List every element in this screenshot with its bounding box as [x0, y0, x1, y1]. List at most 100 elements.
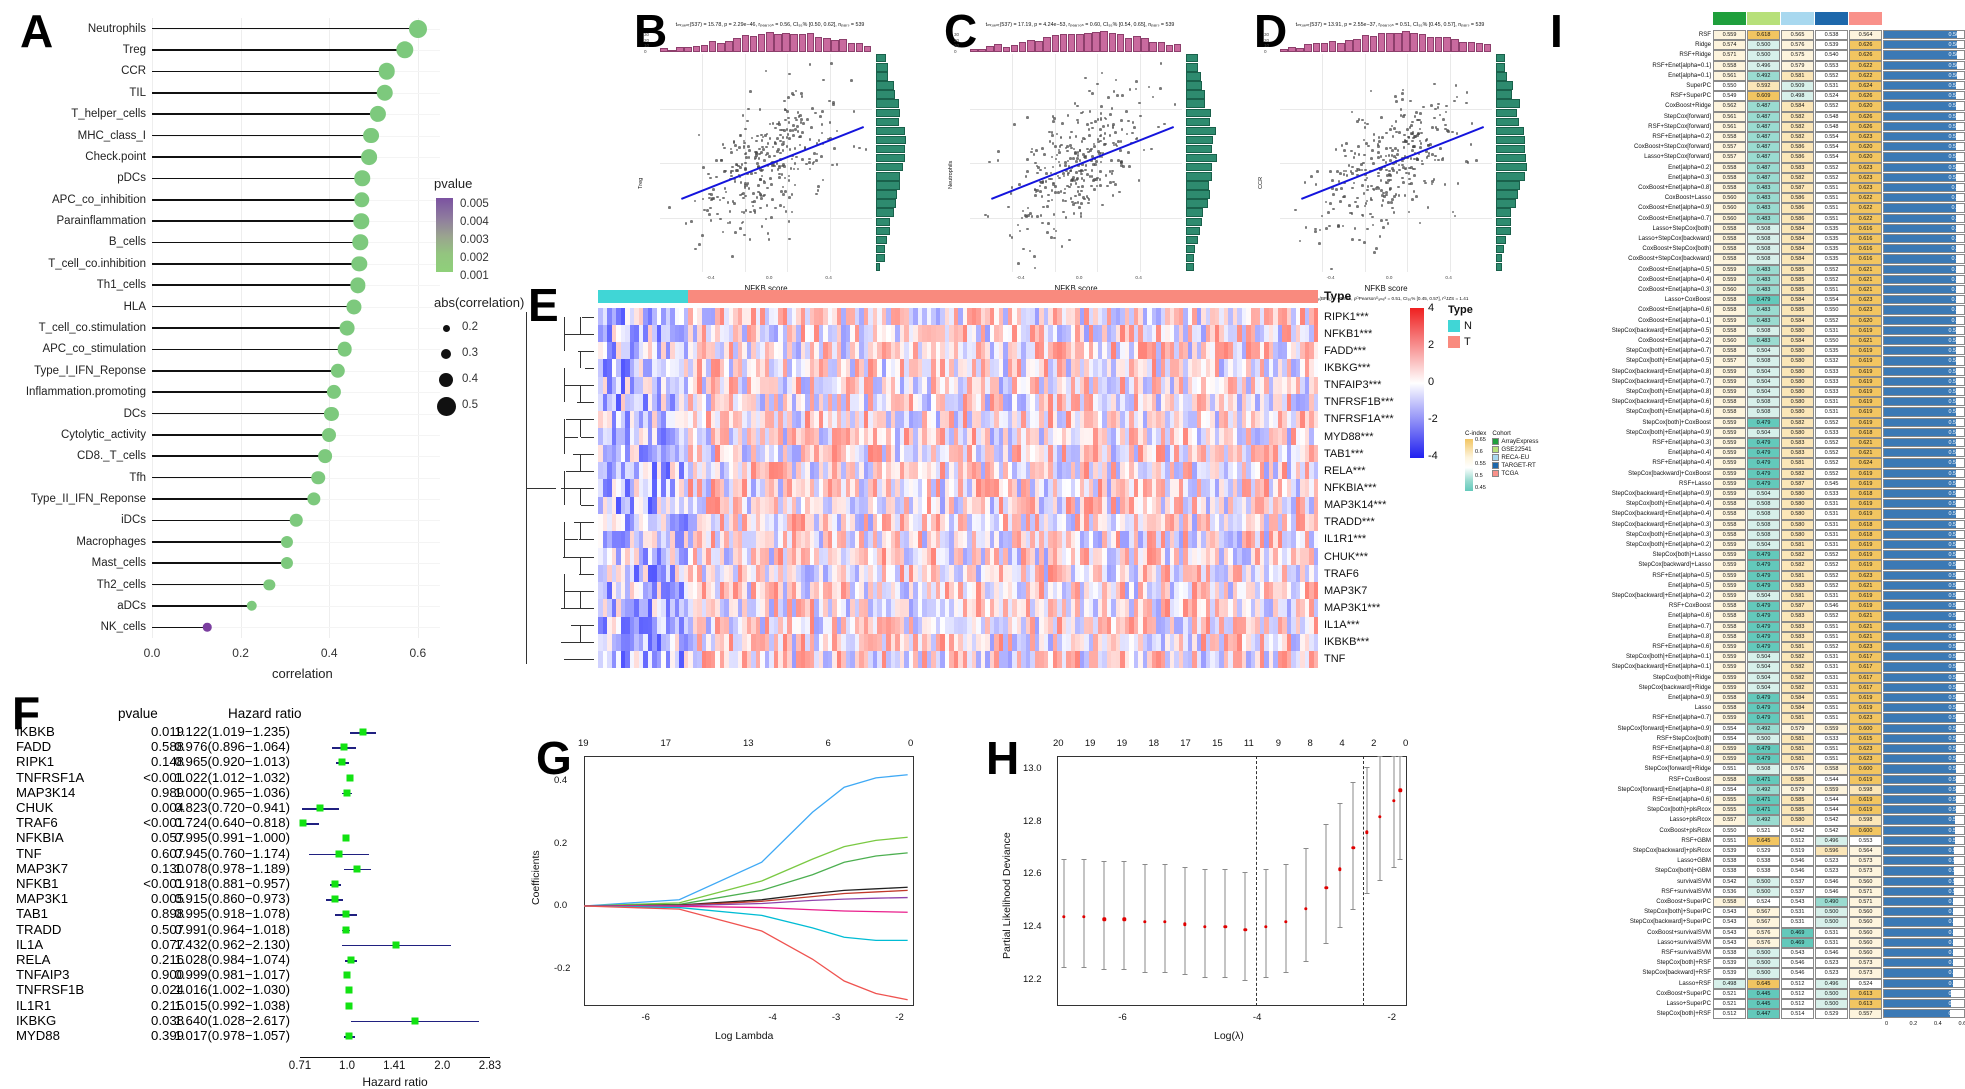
- panelB-x-tick: -0.4: [706, 275, 715, 280]
- panelB-data-point: [864, 148, 868, 151]
- panelD-data-point: [1377, 151, 1380, 154]
- panelD-data-point: [1369, 198, 1373, 202]
- panelB-data-point: [782, 205, 786, 209]
- panelB-top-histogram: [660, 32, 872, 52]
- panel-e-gene-label: FADD***: [1324, 344, 1367, 357]
- panelD-data-point: [1399, 114, 1403, 117]
- panelB-data-point: [745, 156, 748, 159]
- panelD-data-point: [1418, 221, 1422, 225]
- panelB-data-point: [760, 174, 764, 178]
- panel-e-colorbar-tick: -2: [1428, 413, 1438, 425]
- panelB-data-point: [778, 123, 781, 126]
- panelC-data-point: [1097, 140, 1100, 144]
- panelC-x-tick: 0.4: [1135, 275, 1142, 280]
- panelD-data-point: [1377, 136, 1381, 139]
- panelD-hist-bar: [1451, 39, 1459, 52]
- panelD-hist-bar: [1402, 30, 1410, 52]
- panelD-data-point: [1436, 102, 1440, 106]
- panelC-data-point: [1053, 117, 1056, 120]
- panelB-data-point: [835, 129, 839, 133]
- panelD-data-point: [1391, 198, 1394, 201]
- panelB-hist-bar: [782, 32, 790, 52]
- panel-f-gene-name: IKBKG: [16, 1012, 57, 1028]
- panel-a-category-label: pDCs: [117, 172, 146, 185]
- panelC-data-point: [1055, 153, 1059, 157]
- panelD-data-point: [1349, 149, 1353, 153]
- panelB-data-point: [787, 72, 791, 76]
- panel-f-hazard-ratio: 0.915(0.860−0.973): [174, 891, 291, 907]
- panelB-data-point: [736, 164, 740, 168]
- panelC-data-point: [1062, 174, 1066, 178]
- panelC-hist-bar: [986, 45, 994, 52]
- panelB-data-point: [821, 110, 824, 113]
- panelB-data-point: [770, 168, 774, 172]
- panel-e-dendrogram-segment: [579, 539, 594, 541]
- panelD-data-point: [1401, 92, 1404, 95]
- panel-a-category-label: Mast_cells: [91, 557, 146, 570]
- panel-e-heatmap-cell: [1313, 308, 1319, 326]
- panelB-data-point: [743, 233, 746, 237]
- panelB-data-point: [729, 171, 733, 175]
- panelD-data-point: [1366, 227, 1370, 231]
- panelB-hist-bar: [774, 33, 782, 52]
- panelC-data-point: [1078, 193, 1081, 196]
- panelC-data-point: [1072, 203, 1075, 206]
- panel-e-gene-label: TAB1***: [1324, 447, 1364, 460]
- panelC-data-point: [1095, 178, 1098, 181]
- panel-e-heatmap-cell: [1313, 496, 1319, 515]
- panel-e-heatmap-cell: [1313, 479, 1319, 497]
- panelD-data-point: [1408, 166, 1411, 170]
- panelB-hist-bar-v: [876, 135, 907, 145]
- panelC-data-point: [1050, 155, 1054, 159]
- panelC-data-point: [1125, 132, 1129, 136]
- panelC-data-point: [1097, 150, 1100, 153]
- panel-f-hazard-ratio: 1.432(0.962−2.130): [174, 936, 291, 952]
- panelB-data-point: [765, 204, 769, 207]
- panelC-data-point: [1041, 180, 1045, 183]
- panelB-data-point: [752, 209, 756, 212]
- panel-e-gene-label: MAP3K14***: [1324, 499, 1387, 512]
- panelC-data-point: [1028, 249, 1032, 253]
- panelD-data-point: [1353, 152, 1357, 155]
- panelD-hist-bar-v: [1496, 190, 1519, 199]
- panel-a-category-label: DCs: [123, 407, 146, 420]
- panelD-data-point: [1413, 167, 1417, 171]
- panelD-data-point: [1419, 112, 1422, 116]
- panelB-data-point: [828, 99, 831, 103]
- panelB-data-point: [793, 183, 797, 187]
- panelB-data-point: [831, 163, 834, 167]
- panelC-hist-bar-v: [1186, 99, 1205, 108]
- panelC-data-point: [1009, 192, 1013, 195]
- panelB-hist-bar-v: [876, 190, 898, 199]
- panel-a-x-axis-title: correlation: [272, 666, 333, 681]
- panelD-hist-bar: [1459, 42, 1467, 52]
- panel-e-dendrogram-join: [580, 316, 581, 334]
- panelC-data-point: [1112, 180, 1115, 184]
- panelB-hist-bar-v: [876, 262, 880, 272]
- panel-a-stem: [152, 92, 385, 94]
- panel-e-type-label: Type: [1324, 289, 1352, 303]
- panelB-data-point: [766, 186, 769, 190]
- panel-e-dendrogram-segment: [564, 659, 594, 661]
- panelD-data-point: [1381, 136, 1384, 139]
- panelC-data-point: [1058, 176, 1061, 180]
- panelC-data-point: [1159, 62, 1163, 65]
- panelB-x-tick: 0.0: [766, 275, 773, 280]
- panel-f-point-estimate: [299, 819, 307, 827]
- panelB-data-point: [715, 159, 719, 162]
- panel-a-stem: [152, 562, 288, 564]
- pvalue-legend-title: pvalue: [434, 176, 473, 191]
- panelC-data-point: [1022, 247, 1025, 251]
- panelD-hist-bar-v: [1496, 172, 1526, 181]
- panel-e-dendrogram-join: [580, 419, 581, 437]
- panelC-hist-bar-v: [1186, 63, 1199, 72]
- panelB-data-point: [760, 139, 764, 142]
- panelC-hist-bar-v: [1186, 153, 1217, 163]
- panelC-data-point: [1151, 95, 1155, 99]
- panel-f-forest-plot: pvalue Hazard ratio IKBKB 0.019 1.122(1.019−…: [0, 700, 520, 1089]
- panelB-data-point: [801, 158, 804, 161]
- panelB-data-point: [760, 224, 764, 228]
- panelD-data-point: [1370, 157, 1373, 160]
- panelD-data-point: [1451, 210, 1455, 214]
- panelB-data-point: [742, 141, 746, 145]
